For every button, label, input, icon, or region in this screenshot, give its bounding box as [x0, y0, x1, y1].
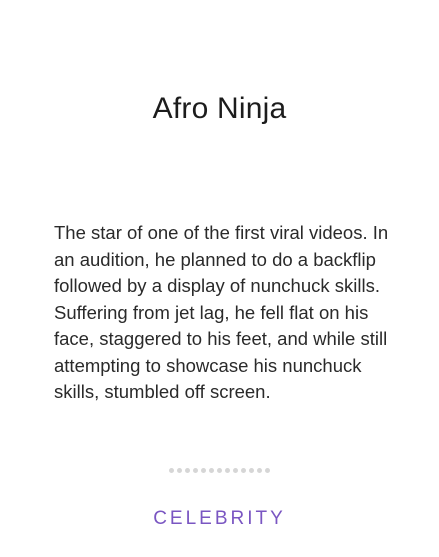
pager-dot	[241, 468, 246, 473]
category-label: CELEBRITY	[153, 508, 286, 529]
pager-dots	[0, 468, 439, 473]
pager-dot	[169, 468, 174, 473]
pager-dot	[193, 468, 198, 473]
pager-dot	[217, 468, 222, 473]
pager-dot	[201, 468, 206, 473]
pager-dot	[265, 468, 270, 473]
pager-dot	[225, 468, 230, 473]
pager-dot	[249, 468, 254, 473]
pager-dot	[209, 468, 214, 473]
pager-dot	[233, 468, 238, 473]
card-description: The star of one of the first viral video…	[54, 222, 389, 402]
pager-dot	[185, 468, 190, 473]
pager-dot	[177, 468, 182, 473]
card-title: Afro Ninja	[152, 92, 287, 125]
pager-dot	[257, 468, 262, 473]
card[interactable]: Afro Ninja The star of one of the first …	[0, 0, 439, 557]
